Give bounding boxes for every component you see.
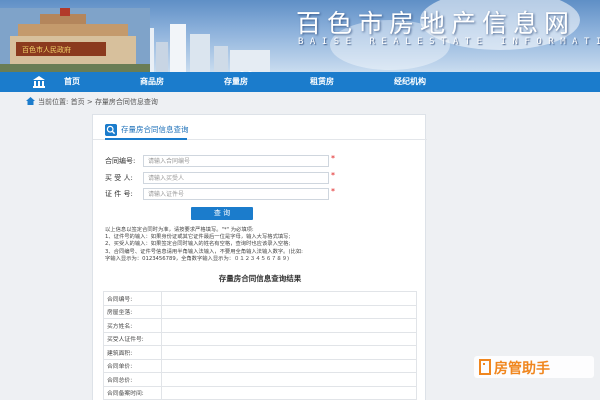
breadcrumb-separator: >	[86, 98, 93, 106]
contract-number-input[interactable]	[143, 155, 329, 167]
table-row: 合同编号:	[103, 291, 417, 306]
id-number-input[interactable]	[143, 188, 329, 200]
breadcrumb-current: 存量房合同信息查询	[94, 98, 158, 106]
result-key: 买方姓名:	[103, 318, 162, 333]
government-building-image: 百色市人民政府	[0, 8, 150, 72]
required-marker: *	[331, 154, 335, 163]
table-row: 房屋坐落:	[103, 304, 417, 319]
instruction-line: 3、合同编号、证件号信息请用半角输入法输入，不要用全角输入法输入数字。(比如:	[105, 248, 303, 255]
result-value	[161, 358, 417, 373]
result-key: 建筑面积:	[103, 345, 162, 360]
nav-item-rentals[interactable]: 租赁房	[300, 72, 344, 92]
table-row: 买方姓名:	[103, 318, 417, 333]
table-row: 合同总价:	[103, 372, 417, 387]
breadcrumb-home-link[interactable]: 首页	[71, 98, 85, 106]
result-value	[161, 318, 417, 333]
result-title: 存量房合同信息查询结果	[218, 274, 302, 283]
result-value	[161, 331, 417, 346]
city-skyline-image	[120, 24, 270, 72]
buyer-label: 买 受 人:	[105, 174, 133, 182]
banner-carousel-dots[interactable]	[240, 60, 256, 72]
result-value	[161, 372, 417, 387]
site-title: 百色市房地产信息网	[296, 9, 576, 38]
result-value	[161, 345, 417, 360]
table-row: 建筑面积:	[103, 345, 417, 360]
home-icon	[26, 97, 35, 105]
result-table: 合同编号: 房屋坐落: 买方姓名: 买受人证件号: 建筑面积: 合同单价: 合同…	[103, 291, 417, 400]
watermark-text: 房管助手	[494, 361, 550, 377]
buyer-input[interactable]	[143, 172, 329, 184]
breadcrumb: 当前位置: 首页 > 存量房合同信息查询	[26, 97, 158, 109]
door-icon	[479, 359, 491, 375]
result-value	[161, 304, 417, 319]
result-key: 合同编号:	[103, 291, 162, 306]
result-key: 买受人证件号:	[103, 331, 162, 346]
id-number-label: 证 件 号:	[105, 190, 133, 198]
table-row: 合同备案时间:	[103, 385, 417, 400]
input-instructions: 以上信息以签定合同时为准，请按要求严格填写。"*" 为必填项: 1、证件号的输入…	[105, 227, 405, 263]
nav-item-agencies[interactable]: 经纪机构	[384, 72, 436, 92]
table-row: 买受人证件号:	[103, 331, 417, 346]
required-marker: *	[331, 187, 335, 196]
watermark: 房管助手	[474, 356, 594, 378]
site-subtitle: BAISE REALESTATE INFORMATION NETWORK	[298, 37, 600, 47]
breadcrumb-prefix: 当前位置:	[38, 98, 69, 106]
svg-text:百色市人民政府: 百色市人民政府	[22, 45, 71, 54]
main-nav: 首页 商品房 存量房 租赁房 经纪机构	[0, 72, 600, 92]
result-key: 合同总价:	[103, 372, 162, 387]
query-panel: 存量房合同信息查询 合同编号: * 买 受 人: * 证 件 号: * 查 询 …	[92, 114, 427, 400]
instruction-line: 字输入显示为：0123456789，全角数字输入显示为：０１２３４５６７８９)	[105, 255, 290, 262]
query-button[interactable]: 查 询	[191, 207, 253, 220]
search-icon	[105, 124, 117, 136]
site-banner: 百色市人民政府 百色市房地产信息网 BAISE REALESTATE INFOR…	[0, 0, 600, 72]
result-value	[161, 291, 417, 306]
result-key: 房屋坐落:	[103, 304, 162, 319]
contract-number-label: 合同编号:	[105, 157, 136, 165]
nav-item-resale-homes[interactable]: 存量房	[214, 72, 258, 92]
tab-resale-contract-query[interactable]: 存量房合同信息查询	[105, 121, 189, 141]
result-key: 合同备案时间:	[103, 385, 162, 400]
building-icon	[33, 76, 45, 88]
instruction-line: 2、买受人的输入：如果签定合同时输入的姓名有空格，查询时也应该录入空格;	[105, 241, 291, 248]
required-marker: *	[331, 171, 335, 180]
result-key: 合同单价:	[103, 358, 162, 373]
nav-item-new-homes[interactable]: 商品房	[130, 72, 174, 92]
tab-label: 存量房合同信息查询	[121, 125, 189, 134]
result-value	[161, 385, 417, 400]
table-row: 合同单价:	[103, 358, 417, 373]
nav-item-home[interactable]: 首页	[52, 72, 92, 92]
